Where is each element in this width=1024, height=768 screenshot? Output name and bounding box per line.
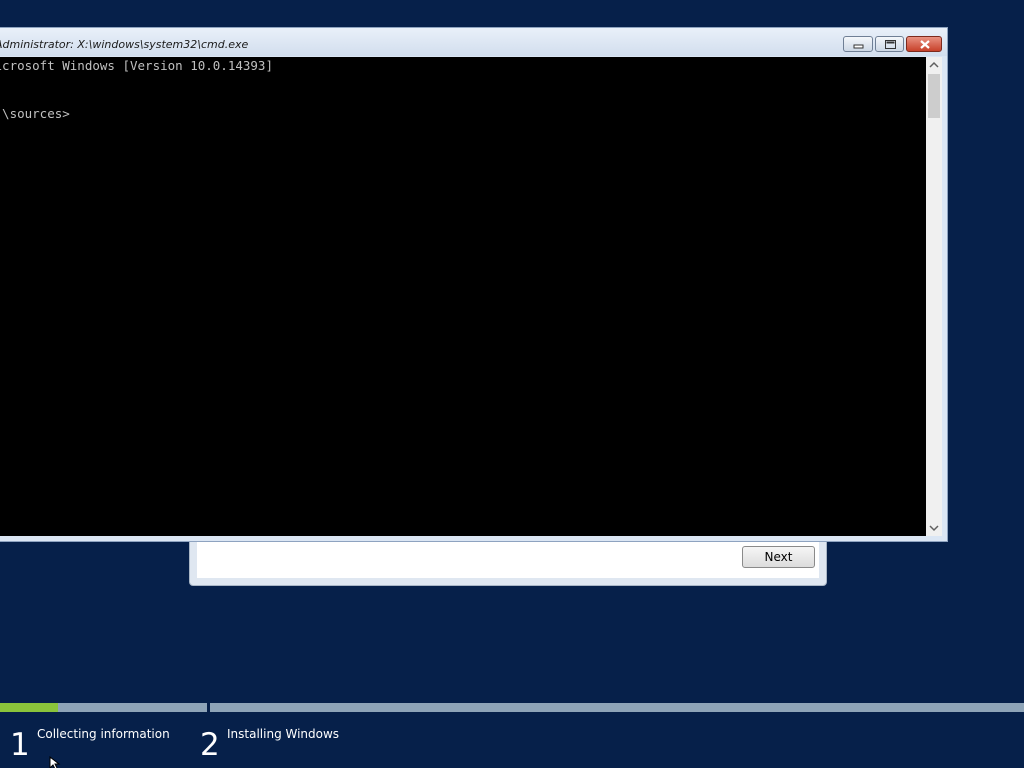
console-output[interactable]: Microsoft Windows [Version 10.0.14393] X… [0,57,926,536]
setup-progress-bar [0,703,1024,712]
minimize-button[interactable] [843,36,873,52]
console-window[interactable]: Administrator: X:\windows\system32\cmd.e… [0,27,948,542]
next-button[interactable]: Next [742,546,815,568]
minimize-icon [853,44,864,49]
maximize-button[interactable] [875,36,904,52]
scroll-up-icon[interactable] [926,57,942,73]
console-prompt: X:\sources> [0,106,70,121]
mouse-cursor-icon [49,755,61,768]
step-label: Collecting information [37,727,170,741]
close-button[interactable] [906,36,942,52]
scroll-down-icon[interactable] [926,520,942,536]
progress-fill [0,703,58,712]
console-line: Microsoft Windows [Version 10.0.14393] [0,58,273,73]
window-title: Administrator: X:\windows\system32\cmd.e… [0,38,249,51]
step-label: Installing Windows [227,727,340,741]
maximize-icon [885,40,896,49]
title-bar[interactable]: Administrator: X:\windows\system32\cmd.e… [0,28,947,56]
progress-segment-installing [210,703,1024,712]
step-number: 2 [200,727,220,763]
scroll-thumb[interactable] [928,74,940,118]
screen: Next Administrator: X:\windows\system32\… [0,0,1024,768]
vertical-scrollbar[interactable] [926,57,942,536]
close-icon [920,40,930,49]
progress-segment-collecting [0,703,207,712]
step-number: 1 [10,727,30,763]
